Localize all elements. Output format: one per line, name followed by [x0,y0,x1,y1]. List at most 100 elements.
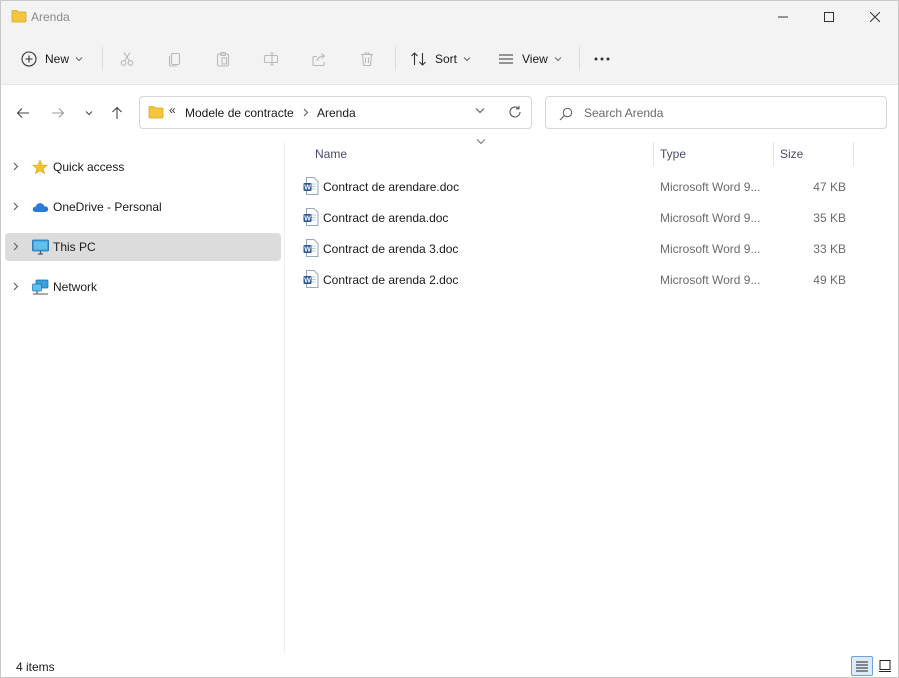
sort-label: Sort [435,52,458,66]
nav-item-network[interactable]: Network [5,273,281,301]
chevron-right-icon[interactable] [303,108,309,117]
sort-icon [411,52,426,66]
search-input[interactable] [584,104,874,122]
file-row[interactable]: W Contract de arenda 3.doc Microsoft Wor… [299,234,859,262]
nav-item-label: This PC [53,240,96,254]
more-icon [594,57,610,61]
view-label: View [522,52,548,66]
tiles-view-button[interactable] [874,656,896,676]
column-header-type[interactable]: Type [654,141,773,166]
new-button[interactable]: New [21,45,83,73]
breadcrumb-overflow[interactable]: « [169,103,176,117]
file-name: Contract de arenda 3.doc [323,242,459,256]
svg-text:W: W [304,185,311,192]
svg-text:W: W [304,216,311,223]
status-bar: 4 items [1,653,898,677]
chevron-right-icon[interactable] [13,242,19,251]
chevron-down-icon [75,57,83,62]
search-icon [559,107,573,121]
svg-text:W: W [304,278,311,285]
recent-locations-button[interactable] [77,99,101,127]
more-options-button[interactable] [593,45,611,73]
share-icon [312,53,326,67]
cut-icon [120,52,134,66]
sort-button[interactable]: Sort [410,45,471,73]
file-explorer-window: Arenda New Sort View « Modele de contrac… [0,0,899,678]
minimize-icon [778,16,788,18]
up-button[interactable] [105,99,129,127]
details-view-button[interactable] [851,656,873,676]
maximize-button[interactable] [806,1,852,33]
svg-text:W: W [304,247,311,254]
delete-button[interactable] [359,45,375,73]
navigation-pane: Quick access OneDrive - Personal This PC… [1,141,283,653]
arrow-left-icon [16,108,29,118]
details-view-icon [856,661,868,672]
chevron-right-icon[interactable] [13,282,19,291]
file-size: 33 KB [813,242,846,256]
delete-icon [361,52,373,67]
nav-item-label: OneDrive - Personal [53,200,162,214]
item-count: 4 items [16,660,55,674]
copy-button[interactable] [167,45,183,73]
chevron-right-icon[interactable] [13,162,19,171]
word-document-icon: W [303,270,319,291]
view-button[interactable]: View [498,45,562,73]
nav-item-this-pc[interactable]: This PC [5,233,281,261]
folder-icon [11,9,27,26]
column-header-label: Size [780,147,804,161]
maximize-icon [824,12,834,22]
toolbar-divider [579,47,580,71]
file-size: 47 KB [813,180,846,194]
toolbar-divider [395,47,396,71]
tiles-view-icon [879,660,891,672]
nav-item-onedrive[interactable]: OneDrive - Personal [5,193,281,221]
column-header-label: Type [660,147,687,161]
column-divider[interactable] [853,142,854,166]
command-bar: New Sort View [1,33,898,85]
chevron-down-icon [554,57,562,62]
paste-button[interactable] [215,45,231,73]
back-button[interactable] [11,99,35,127]
address-bar[interactable]: « Modele de contracte Arenda [139,96,532,129]
plus-icon [21,51,37,67]
column-header-size[interactable]: Size [774,141,853,166]
chevron-down-icon[interactable] [475,107,485,114]
chevron-down-icon [476,139,486,145]
file-row[interactable]: W Contract de arendare.doc Microsoft Wor… [299,172,859,200]
rename-icon [263,52,279,66]
pane-divider[interactable] [284,141,285,653]
file-row[interactable]: W Contract de arenda.doc Microsoft Word … [299,203,859,231]
nav-item-quick-access[interactable]: Quick access [5,153,281,181]
chevron-down-icon [85,111,93,116]
minimize-button[interactable] [760,1,806,33]
chevron-right-icon[interactable] [13,202,19,211]
file-row[interactable]: W Contract de arenda 2.doc Microsoft Wor… [299,265,859,293]
arrow-up-icon [112,106,122,119]
word-document-icon: W [303,208,319,229]
refresh-icon[interactable] [508,105,522,119]
file-type: Microsoft Word 9... [660,211,761,225]
file-name: Contract de arenda 2.doc [323,273,459,287]
arrow-right-icon [52,108,65,118]
paste-icon [216,51,230,67]
forward-button[interactable] [46,99,70,127]
network-icon [32,279,49,298]
close-button[interactable] [852,1,898,33]
file-type: Microsoft Word 9... [660,273,761,287]
search-box[interactable] [545,96,887,129]
share-button[interactable] [311,45,327,73]
nav-item-label: Quick access [53,160,125,174]
monitor-icon [32,239,49,258]
column-header-label: Name [315,147,348,161]
cloud-icon [32,199,49,218]
window-title: Arenda [31,10,70,24]
chevron-down-icon [463,57,471,62]
word-document-icon: W [303,239,319,260]
breadcrumb-item[interactable]: Arenda [317,106,356,120]
breadcrumb-item[interactable]: Modele de contracte [185,106,294,120]
rename-button[interactable] [263,45,279,73]
cut-button[interactable] [119,45,135,73]
star-icon [31,159,49,178]
close-icon [870,12,880,22]
